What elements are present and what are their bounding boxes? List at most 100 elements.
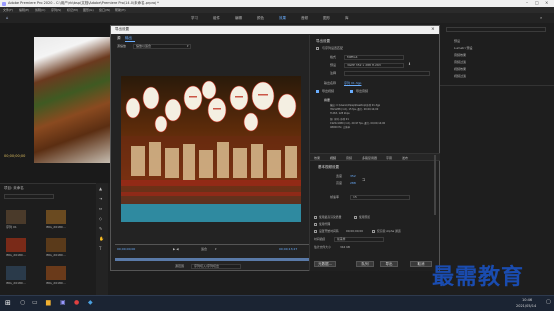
tab-multiplexer[interactable]: 多路复用器 [362,156,377,160]
workspace-graphics[interactable]: 图形 [323,16,330,21]
clock-time: 10:46 [522,298,533,302]
export-button[interactable]: 导出 [380,261,398,267]
metadata-button[interactable]: 元数据... [314,261,336,267]
type-tool-icon[interactable]: T [99,247,101,251]
max-render-quality-checkbox[interactable] [314,216,317,219]
premiere-taskbar-icon[interactable]: ▣ [60,300,66,306]
chevron-down-icon: ▾ [187,44,189,48]
save-preset-icon[interactable]: ⬇ [408,62,411,67]
task-view-icon[interactable]: ▭ [32,300,38,306]
workspace-audio[interactable]: 音频 [301,16,308,21]
effects-folder[interactable]: 视频效果 [454,68,466,71]
hand-tool-icon[interactable]: ✋ [99,237,104,241]
tab-video[interactable]: 视频 [330,156,336,160]
menu-help[interactable]: 帮助(H) [115,8,126,12]
source-scaling-select[interactable]: 缩放以适合 ▾ [133,43,191,49]
work-area-fill [115,258,309,261]
tab-publish[interactable]: 发布 [402,156,408,160]
selection-tool-icon[interactable]: ▲ [99,187,102,191]
workspace-learn[interactable]: 学习 [191,16,198,21]
queue-button[interactable]: 队列 [356,261,374,267]
format-select[interactable]: MPEG4 [344,54,404,60]
effects-folder[interactable]: 音频效果 [454,54,466,57]
alpha-only-checkbox[interactable] [372,230,375,233]
effects-folder[interactable]: Lumetri 预设 [454,47,473,50]
use-previews-checkbox[interactable] [354,216,357,219]
interpolation-select[interactable]: 帧采样 [334,236,384,242]
chevron-down-icon[interactable]: ▾ [215,247,217,251]
effects-folder[interactable]: 视频过渡 [454,75,466,78]
comment-input[interactable] [344,70,430,76]
project-item-thumbnail[interactable] [6,266,26,280]
windows-start-icon[interactable]: ⊞ [5,300,11,307]
project-item-label: IMG_20180... [46,253,66,257]
use-proxies-checkbox[interactable] [314,223,317,226]
minimize-icon[interactable]: – [526,1,528,5]
maximize-icon[interactable]: □ [535,1,539,5]
set-start-timecode-checkbox[interactable] [314,230,317,233]
preset-select[interactable]: 3GPP 352 x 288 H.263 [344,62,404,68]
dialog-close-icon[interactable]: × [431,27,435,33]
export-video-checkbox[interactable] [316,90,319,93]
file-explorer-icon[interactable]: ▆ [46,300,51,306]
effects-folder[interactable]: 音频过渡 [454,61,466,64]
close-window-icon[interactable]: × [545,1,548,5]
menu-graphics[interactable]: 图形(G) [83,8,94,12]
menu-window[interactable]: 窗口(W) [99,8,110,12]
menu-sequence[interactable]: 序列(S) [51,8,61,12]
menu-clip[interactable]: 剪辑(C) [35,8,45,12]
frame-rate-select[interactable]: 15 [350,194,410,200]
source-range-select[interactable]: 序列切入/序列切出 [191,263,241,269]
menu-file[interactable]: 文件(F) [3,8,13,12]
play-icon[interactable]: ▶ ◀ [173,248,179,251]
notification-icon[interactable]: ▢ [546,300,551,305]
tab-source[interactable]: 源 [117,36,121,41]
source-monitor-panel: 00;00;00;00 [0,23,112,183]
preview-timeline-track[interactable] [115,244,309,245]
tab-effects[interactable]: 效果 [314,156,320,160]
search-icon[interactable]: ⌕ [540,16,542,20]
tab-captions[interactable]: 字幕 [386,156,392,160]
menu-edit[interactable]: 编辑(E) [19,8,29,12]
razor-tool-icon[interactable]: ◇ [99,217,102,221]
taskbar-search-icon[interactable]: ○ [20,300,25,306]
output-name-link[interactable]: 序列 01.3gp [344,82,361,85]
width-value[interactable]: 352 [350,175,356,178]
brand-watermark: 最需教育 [432,264,550,294]
project-item-thumbnail[interactable] [6,210,26,224]
tab-output[interactable]: 输出 [125,36,132,41]
project-item-thumbnail[interactable] [6,238,26,252]
track-select-icon[interactable]: ⇥ [99,197,102,201]
work-area-bar[interactable] [115,258,309,261]
export-video-label: 导出视频 [322,89,335,93]
app-taskbar-icon[interactable]: ◆ [88,300,93,306]
project-item-thumbnail[interactable] [46,266,66,280]
pen-tool-icon[interactable]: ✎ [99,227,102,231]
project-search-input[interactable] [4,194,54,199]
source-range-value: 序列切入/序列切出 [194,264,220,269]
app-taskbar-icon[interactable]: ● [74,300,79,306]
project-item-label: IMG_20180... [46,281,66,285]
effects-search-input[interactable] [446,27,546,32]
project-item-thumbnail[interactable] [46,238,66,252]
home-icon[interactable]: ⌂ [6,16,9,20]
match-sequence-checkbox[interactable] [316,47,319,50]
workspace-assembly[interactable]: 组件 [213,16,220,21]
settings-scrollbar[interactable] [434,155,436,215]
link-dimensions-icon[interactable]: ⊐ [362,178,365,182]
workspace-editing[interactable]: 编辑 [235,16,242,21]
ripple-edit-icon[interactable]: ⇔ [99,207,102,211]
menu-marker[interactable]: 标记(M) [67,8,78,12]
workspace-libraries[interactable]: 库 [345,16,349,21]
cancel-button[interactable]: 取消 [410,261,432,267]
workspace-color[interactable]: 颜色 [257,16,264,21]
effects-folder[interactable]: 预设 [454,40,460,43]
export-audio-checkbox[interactable] [350,90,353,93]
workspace-effects[interactable]: 效果 [279,16,286,21]
tab-audio[interactable]: 音频 [346,156,352,160]
comment-label: 注释 [330,71,337,75]
project-item-label: IMG_20180... [6,281,26,285]
height-value[interactable]: 288 [350,182,356,185]
start-timecode-value[interactable]: 00;00;00;00 [346,230,363,233]
project-item-thumbnail[interactable] [46,210,66,224]
